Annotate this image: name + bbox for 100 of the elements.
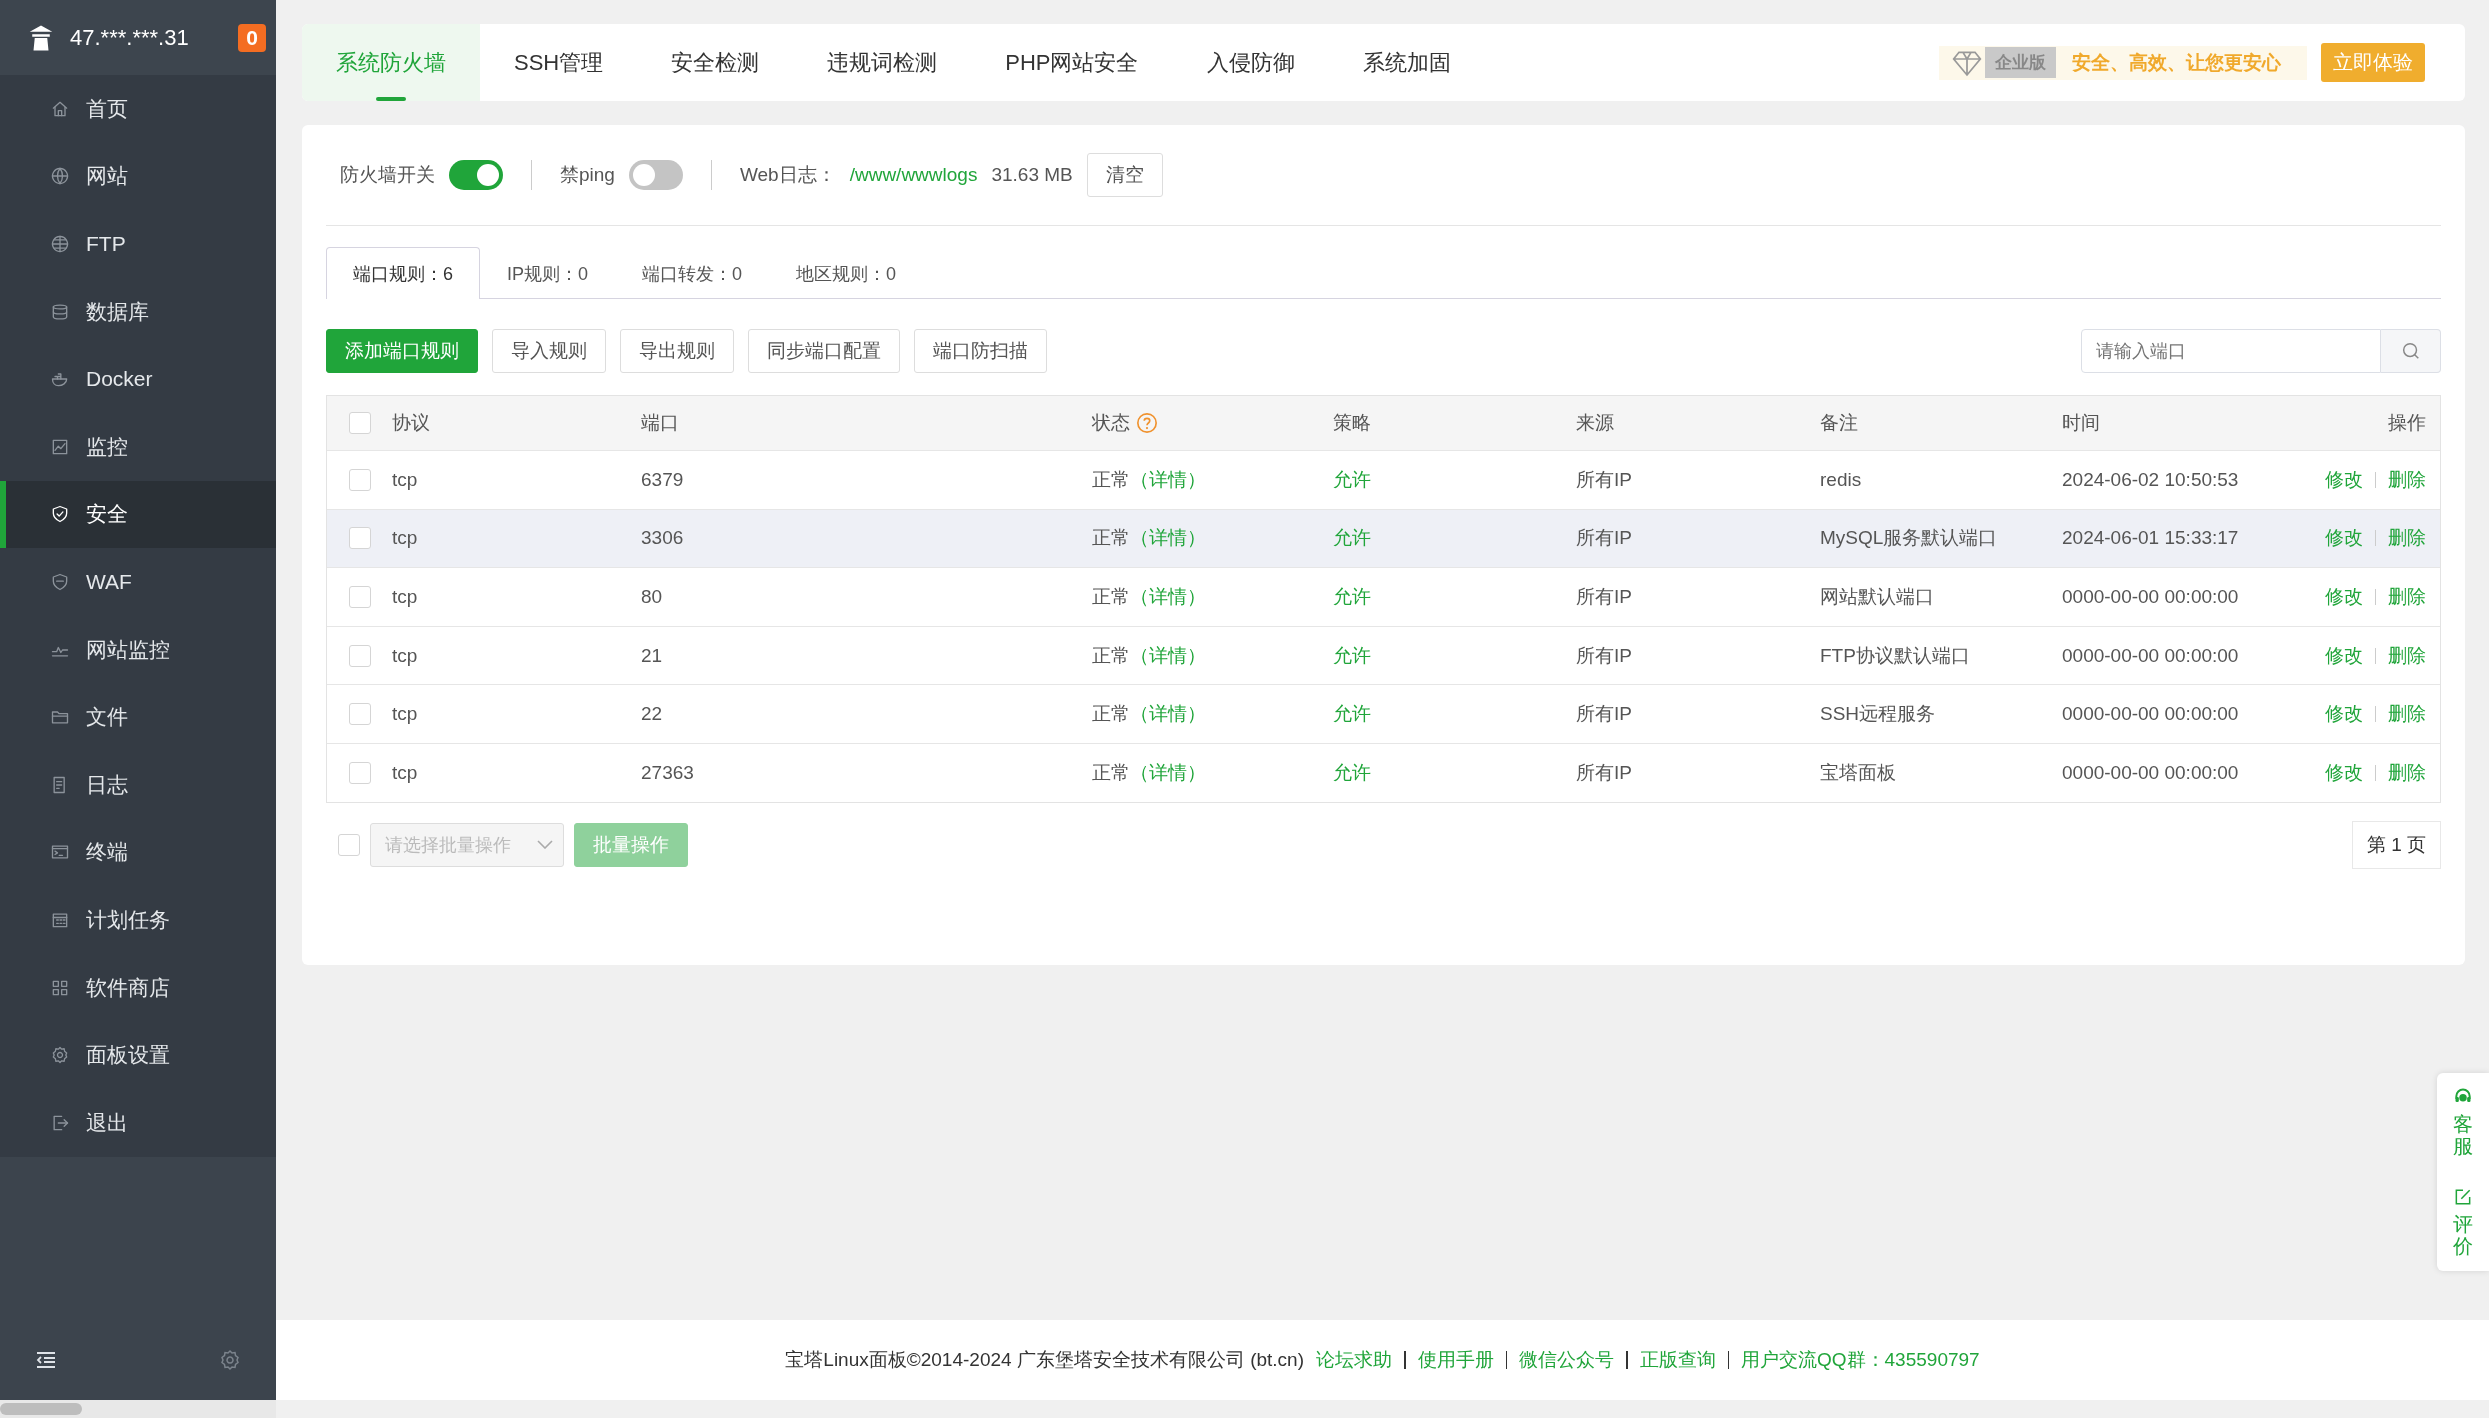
clear-button[interactable]: 清空 [1086,153,1163,197]
batch-button[interactable]: 批量操作 [574,822,688,867]
toolbar-button[interactable]: 端口防扫描 [914,329,1047,373]
tab[interactable]: 入侵防御 [1172,24,1329,101]
footer-link[interactable]: 微信公众号 [1519,1347,1614,1373]
tab[interactable]: PHP网站安全 [971,24,1173,101]
search-field[interactable]: 请输入端口 [2081,329,2381,373]
delete-link[interactable]: 删除 [2388,466,2426,493]
delete-link[interactable]: 删除 [2388,759,2426,786]
sidebar-item[interactable]: 计划任务 [0,886,276,954]
row-checkbox[interactable] [348,527,371,550]
details-link[interactable]: （详情） [1130,703,1206,725]
edit-link[interactable]: 修改 [2325,701,2363,728]
details-link[interactable]: （详情） [1130,761,1206,783]
scrollbar-thumb[interactable] [0,1403,82,1415]
row-checkbox[interactable] [348,468,371,491]
sidebar-item[interactable]: 软件商店 [0,953,276,1022]
table-cell: tcp [392,527,418,549]
delete-link[interactable]: 删除 [2388,701,2426,728]
footer-link[interactable]: 用户交流QQ群：435590797 [1741,1347,1980,1373]
table-cell: 0000-00-00 00:00:00 [2062,644,2239,666]
footer-link[interactable]: 论坛求助 [1316,1347,1392,1373]
customer-service-link[interactable]: 客服 [2453,1113,2473,1157]
edit-link[interactable]: 修改 [2325,584,2363,610]
delete-link[interactable]: 删除 [2388,525,2426,552]
table-cell: 0000-00-00 00:00:00 [2062,703,2239,725]
sidebar-item[interactable]: 终端 [0,818,276,887]
edit-link[interactable]: 修改 [2325,466,2363,493]
toolbar-button[interactable]: 同步端口配置 [748,329,900,373]
details-link[interactable]: （详情） [1130,644,1206,666]
try-now-button[interactable]: 立即体验 [2321,43,2425,82]
status-text: 正常 [1092,468,1130,490]
edition-tag: 企业版 [1985,47,2056,78]
column-header: 端口 [641,411,679,435]
row-checkbox[interactable] [348,761,371,784]
tab[interactable]: 系统加固 [1328,24,1485,101]
toolbar-button[interactable]: 导出规则 [620,329,734,373]
policy-text: 允许 [1333,586,1371,607]
sidebar-item[interactable]: Docker [0,345,276,413]
row-checkbox[interactable] [348,644,371,667]
row-checkbox[interactable] [348,586,371,608]
tab[interactable]: 系统防火墙 [302,24,480,101]
sidebar-item[interactable]: 安全 [0,480,276,549]
globe-icon [50,234,70,254]
add-rule-button[interactable]: 添加端口规则 [326,329,478,373]
table-cell: 0000-00-00 00:00:00 [2062,761,2239,783]
table-cell: 所有IP [1576,761,1632,783]
select-all-checkbox[interactable] [348,412,371,434]
edit-link[interactable]: 修改 [2325,525,2363,552]
details-link[interactable]: （详情） [1130,586,1206,607]
status-text: 正常 [1092,644,1130,666]
sidebar-item[interactable]: 监控 [0,412,276,481]
sidebar-item[interactable]: 网站监控 [0,615,276,684]
sidebar-item[interactable]: WAF [0,548,276,616]
policy-text: 允许 [1333,468,1371,490]
status-text: 正常 [1092,586,1130,607]
footer-link[interactable]: 使用手册 [1417,1347,1494,1373]
delete-link[interactable]: 删除 [2388,584,2426,610]
footer-link[interactable]: 正版查询 [1639,1347,1716,1373]
toolbar-button[interactable]: 导入规则 [492,329,606,373]
row-checkbox[interactable] [348,703,371,726]
page-indicator: 第 1 页 [2351,820,2441,869]
rule-tab[interactable]: 端口转发：0 [615,248,770,299]
shield-icon [50,571,70,592]
sidebar-item[interactable]: 面板设置 [0,1021,276,1089]
sidebar-item[interactable]: FTP [0,210,276,278]
table-cell: 2024-06-02 10:50:53 [2062,468,2239,490]
policy-text: 允许 [1333,703,1371,725]
tab[interactable]: 安全检测 [637,24,794,101]
firewall-toggle[interactable] [449,160,503,190]
shield-icon [50,504,70,525]
sidebar-item[interactable]: 数据库 [0,277,276,346]
rule-tab[interactable]: 地区规则：0 [769,248,924,299]
edit-link[interactable]: 修改 [2325,759,2363,786]
batch-select[interactable]: 请选择批量操作 [370,822,564,867]
table-cell: tcp [392,703,418,725]
search-button[interactable] [2381,329,2441,373]
sidebar-item[interactable]: 网站 [0,142,276,211]
settings-icon[interactable] [218,1348,242,1372]
edit-link[interactable]: 修改 [2325,642,2363,669]
rule-tab[interactable]: 端口规则：6 [326,247,480,299]
details-link[interactable]: （详情） [1130,468,1206,490]
details-link[interactable]: （详情） [1130,527,1206,549]
feedback-link[interactable]: 评价 [2453,1213,2473,1257]
tab[interactable]: SSH管理 [480,24,638,101]
column-header: 操作 [2388,411,2426,435]
notification-badge[interactable]: 0 [238,23,266,52]
sidebar-item[interactable]: 文件 [0,683,276,751]
sidebar-item[interactable]: 首页 [0,75,276,143]
sidebar-item[interactable]: 日志 [0,750,276,819]
batch-checkbox[interactable] [338,833,360,856]
delete-link[interactable]: 删除 [2388,642,2426,669]
edit-icon[interactable] [2453,1187,2473,1207]
rule-tab[interactable]: IP规则：0 [480,248,616,299]
help-icon[interactable] [1136,412,1158,434]
log-path-link[interactable]: /www/wwwlogs [849,164,978,186]
promo-slogan: 安全、高效、让您更安心 [2072,50,2281,75]
tab[interactable]: 违规词检测 [793,24,972,101]
ping-toggle[interactable] [628,160,683,190]
sidebar-item[interactable]: 退出 [0,1088,276,1157]
